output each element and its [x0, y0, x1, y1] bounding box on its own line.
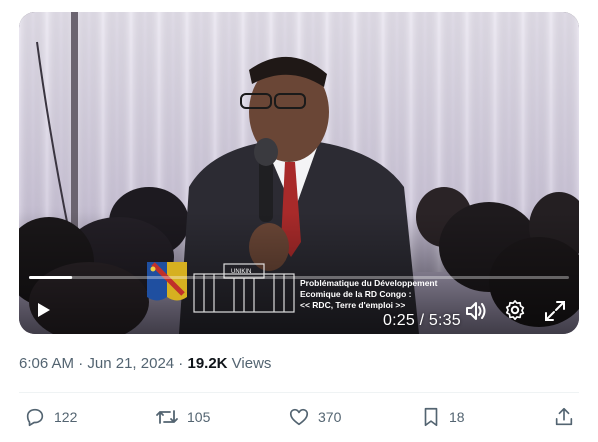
- post-time[interactable]: 6:06 AM: [19, 355, 74, 372]
- video-player[interactable]: UNIKIN Problématique du Développement Ec…: [19, 12, 579, 334]
- views-count: 19.2K: [187, 355, 228, 372]
- time-display: 0:25 / 5:35: [383, 312, 461, 329]
- separator: ·: [74, 355, 88, 372]
- bookmark-icon: [424, 407, 438, 427]
- settings-icon[interactable]: [504, 299, 526, 321]
- like-count: 370: [318, 409, 342, 425]
- bookmark-count: 18: [449, 409, 465, 425]
- views-label: Views: [227, 355, 272, 372]
- tweet-meta: 6:06 AM · Jun 21, 2024 · 19.2K Views: [19, 355, 271, 372]
- share-icon: [555, 407, 573, 426]
- divider: [19, 392, 579, 393]
- share-button[interactable]: [553, 406, 575, 428]
- reply-icon: [26, 408, 44, 427]
- separator: ·: [174, 355, 188, 372]
- reply-count: 122: [54, 409, 78, 425]
- bookmark-button[interactable]: 18: [421, 406, 465, 428]
- play-icon[interactable]: [33, 300, 53, 320]
- repost-button[interactable]: 105: [155, 406, 210, 428]
- like-button[interactable]: 370: [288, 406, 341, 428]
- action-bar: 122 105 370 18: [0, 402, 598, 438]
- fullscreen-icon[interactable]: [544, 300, 566, 322]
- repost-count: 105: [187, 409, 211, 425]
- repost-icon: [156, 410, 178, 424]
- heart-icon: [289, 408, 309, 426]
- reply-button[interactable]: 122: [24, 406, 77, 428]
- volume-icon[interactable]: [464, 300, 488, 322]
- post-date[interactable]: Jun 21, 2024: [87, 355, 174, 372]
